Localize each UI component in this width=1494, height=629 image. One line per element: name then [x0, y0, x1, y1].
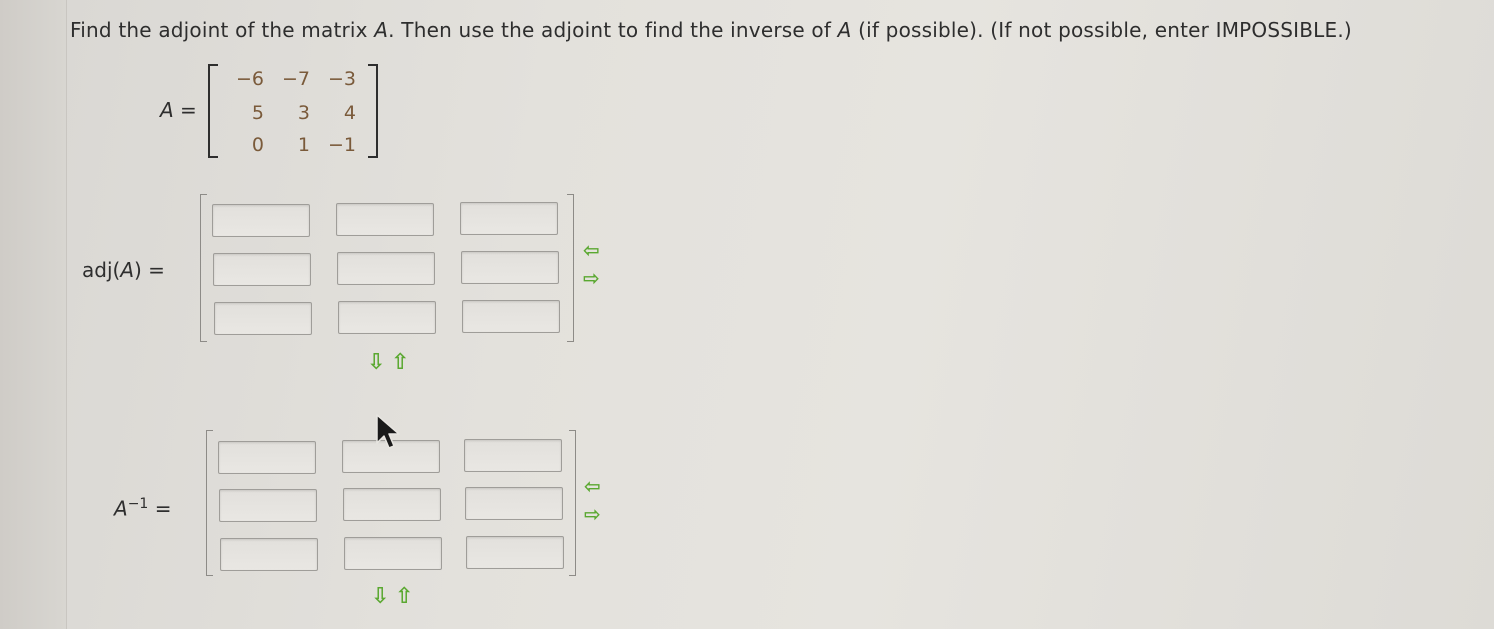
matrix-a-label: A = [160, 98, 197, 122]
adjoint-input-r3c2[interactable] [338, 301, 436, 334]
inverse-input-r3c1[interactable] [220, 538, 318, 571]
inverse-input-r2c2[interactable] [343, 488, 441, 521]
matrix-a-label-eq: = [180, 98, 197, 122]
adjoint-input-r1c3[interactable] [460, 202, 558, 235]
adjoint-label-fn: adj( [82, 258, 121, 282]
adjoint-input-r1c2[interactable] [336, 203, 434, 236]
question-var-1: A [374, 18, 389, 42]
matrix-a-right-bracket [368, 64, 378, 158]
matrix-a-cell-r2c2: 3 [297, 102, 310, 124]
question-part-2: . Then use the adjoint to find the inver… [388, 18, 838, 42]
mouse-pointer-icon [376, 414, 400, 449]
inverse-add-column-arrow-icon[interactable]: ⇨ [584, 504, 601, 524]
inverse-label-var: A [114, 496, 128, 521]
adjoint-input-r1c1[interactable] [212, 204, 310, 237]
adjoint-input-r3c1[interactable] [214, 302, 312, 335]
inverse-input-r3c3[interactable] [466, 536, 564, 569]
matrix-a-left-bracket [208, 64, 218, 158]
matrix-a-cell-r3c1: 0 [251, 134, 264, 156]
matrix-a-cell-r2c3: 4 [343, 102, 356, 124]
inverse-right-bracket [569, 430, 576, 576]
adjoint-label-var: A [120, 258, 134, 282]
inverse-label-eq: = [154, 496, 172, 521]
matrix-a-cell-r3c2: 1 [297, 134, 310, 156]
matrix-a-cell-r2c1: 5 [251, 102, 264, 124]
adjoint-add-column-arrow-icon[interactable]: ⇨ [583, 268, 600, 288]
matrix-a-cell-r1c2: −7 [281, 68, 310, 90]
inverse-label-sup: −1 [127, 496, 149, 512]
page-left-margin [0, 0, 67, 629]
adjoint-remove-row-arrow-icon[interactable]: ⇧ [391, 352, 409, 374]
adjoint-remove-column-arrow-icon[interactable]: ⇦ [583, 240, 600, 260]
matrix-a-cell-r3c3: −1 [327, 134, 356, 156]
adjoint-matrix [200, 194, 574, 342]
matrix-a-cell-r1c3: −3 [327, 68, 356, 90]
inverse-input-r1c1[interactable] [218, 441, 316, 474]
adjoint-input-r2c2[interactable] [337, 252, 435, 285]
inverse-input-r1c3[interactable] [464, 439, 562, 472]
inverse-input-r3c2[interactable] [344, 537, 442, 570]
inverse-add-row-arrow-icon[interactable]: ⇩ [371, 586, 389, 608]
matrix-a-cell-r1c1: −6 [235, 68, 264, 90]
question-part-1: Find the adjoint of the matrix [70, 18, 375, 42]
adjoint-add-row-arrow-icon[interactable]: ⇩ [367, 352, 385, 374]
inverse-label: A−1 = [114, 496, 171, 521]
matrix-a: −6 −7 −3 5 3 4 0 1 −1 [208, 64, 378, 158]
inverse-left-bracket [206, 430, 213, 576]
adjoint-input-r2c1[interactable] [213, 253, 311, 286]
inverse-remove-column-arrow-icon[interactable]: ⇦ [584, 476, 601, 496]
question-var-2: A [837, 18, 852, 42]
question-text: Find the adjoint of the matrix A. Then u… [70, 18, 1352, 42]
inverse-remove-row-arrow-icon[interactable]: ⇧ [395, 586, 413, 608]
adjoint-label-close: ) = [134, 258, 165, 282]
adjoint-input-r3c3[interactable] [462, 300, 560, 333]
inverse-input-r2c3[interactable] [465, 487, 563, 520]
question-part-3: (if possible). (If not possible, enter I… [851, 18, 1352, 42]
adjoint-input-r2c3[interactable] [461, 251, 559, 284]
inverse-input-r2c1[interactable] [219, 489, 317, 522]
adjoint-left-bracket [200, 194, 207, 342]
matrix-a-label-var: A [160, 98, 174, 122]
adjoint-label: adj(A) = [82, 258, 165, 282]
adjoint-right-bracket [567, 194, 574, 342]
